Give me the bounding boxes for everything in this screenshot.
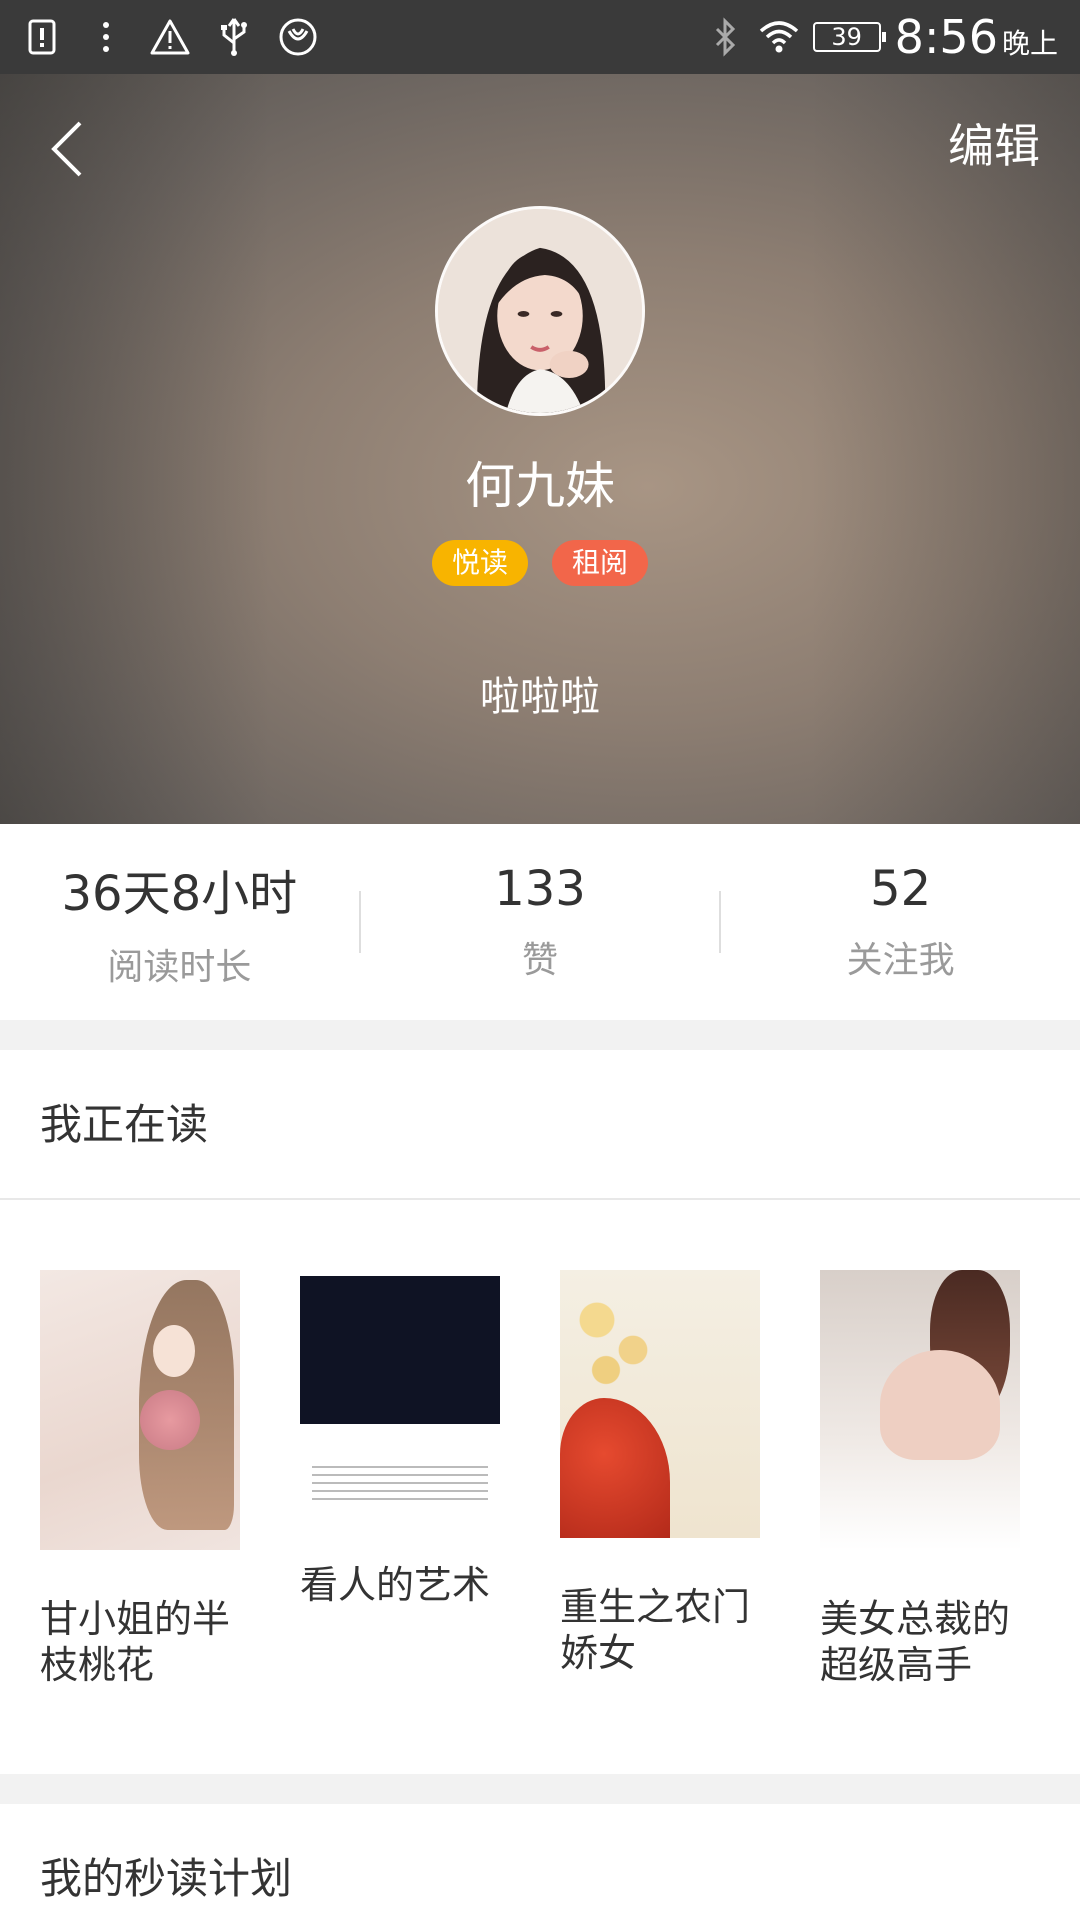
- currently-reading-section: 我正在读 甘小姐的半枝桃花 看人的艺术 重生之农门娇女 美女总裁的超级高手: [0, 1050, 1080, 1774]
- chevron-left-icon: [51, 121, 82, 177]
- section-title: 我的秒读计划: [40, 1854, 293, 1903]
- section-title: 我正在读: [0, 1050, 1080, 1200]
- stat-value: 52: [870, 861, 932, 917]
- book-cover[interactable]: [560, 1270, 760, 1538]
- more-dots-icon: [86, 17, 126, 57]
- book-item[interactable]: 美女总裁的超级高手: [820, 1270, 1080, 1688]
- stat-label: 赞: [522, 940, 559, 981]
- profile-header: 编辑 何九妹 悦读 租阅 啦啦啦: [0, 74, 1080, 824]
- book-title[interactable]: 看人的艺术: [300, 1562, 500, 1608]
- bio: 啦啦啦: [480, 674, 600, 720]
- badges: 悦读 租阅: [0, 540, 1080, 586]
- usb-icon: [214, 17, 254, 57]
- sim-alert-icon: [22, 17, 62, 57]
- bluetooth-icon: [705, 17, 745, 57]
- clock: 8:56 晚上: [895, 10, 1058, 64]
- stat-label: 阅读时长: [107, 947, 252, 988]
- stat-followers[interactable]: 52 关注我: [721, 861, 1080, 983]
- stat-reading-time[interactable]: 36天8小时 阅读时长: [0, 854, 359, 990]
- status-bar: 39 8:56 晚上: [0, 0, 1080, 74]
- book-cover[interactable]: [300, 1276, 500, 1516]
- book-cover[interactable]: [40, 1270, 240, 1550]
- book-title[interactable]: 重生之农门娇女: [560, 1584, 760, 1676]
- username: 何九妹: [465, 457, 615, 515]
- stat-likes[interactable]: 133 赞: [361, 861, 720, 983]
- badge-zuyue[interactable]: 租阅: [552, 540, 648, 586]
- wifi-icon: [759, 17, 799, 57]
- book-title[interactable]: 甘小姐的半枝桃花: [40, 1596, 240, 1688]
- book-cover[interactable]: [820, 1270, 1020, 1550]
- app-icon: [278, 17, 318, 57]
- battery-icon: 39: [812, 22, 886, 52]
- avatar[interactable]: [435, 206, 645, 416]
- book-item[interactable]: 看人的艺术: [300, 1270, 560, 1688]
- stat-value: 133: [494, 861, 586, 917]
- stats-row: 36天8小时 阅读时长 133 赞 52 关注我: [0, 824, 1080, 1020]
- stat-value: 36天8小时: [61, 866, 298, 922]
- clock-suffix: 晚上: [1001, 27, 1058, 60]
- book-list: 甘小姐的半枝桃花 看人的艺术 重生之农门娇女 美女总裁的超级高手: [0, 1200, 1080, 1688]
- book-title[interactable]: 美女总裁的超级高手: [820, 1596, 1020, 1688]
- warning-icon: [150, 17, 190, 57]
- badge-yuedu[interactable]: 悦读: [432, 540, 528, 586]
- book-item[interactable]: 甘小姐的半枝桃花: [40, 1270, 300, 1688]
- reading-plan-section[interactable]: 我的秒读计划: [0, 1804, 1080, 1920]
- edit-button[interactable]: 编辑: [948, 110, 1040, 176]
- clock-time: 8:56: [894, 10, 998, 64]
- stat-label: 关注我: [846, 940, 955, 981]
- book-item[interactable]: 重生之农门娇女: [560, 1270, 820, 1688]
- back-button[interactable]: [38, 114, 94, 184]
